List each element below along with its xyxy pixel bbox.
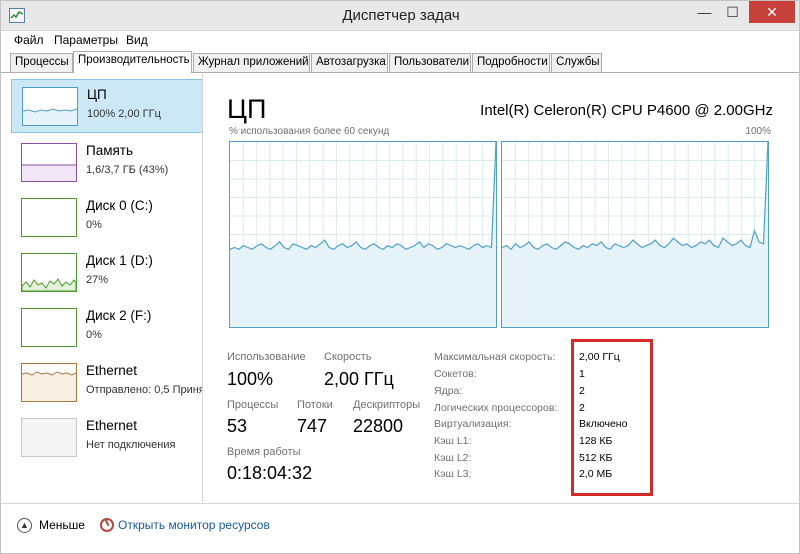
tab-strip: Процессы Производительность Журнал прило…	[1, 51, 799, 73]
cpu-detail-panel: ЦП Intel(R) Celeron(R) CPU P4600 @ 2.00G…	[204, 74, 799, 502]
disk2-thumbnail	[21, 308, 77, 347]
ethernet1-thumbnail	[21, 363, 77, 402]
uptime-label: Время работы	[227, 446, 301, 458]
resource-detail: 100% 2,00 ГГц	[87, 108, 161, 120]
tab-processes[interactable]: Процессы	[10, 53, 73, 72]
cpu-core-1-chart	[502, 142, 768, 327]
spec-label-logical: Логических процессоров:	[434, 402, 558, 414]
resource-name: ЦП	[87, 87, 107, 102]
resource-item-disk1[interactable]: Диск 1 (D:) 27%	[11, 246, 202, 300]
minimize-button[interactable]: —	[691, 1, 718, 23]
disk0-thumbnail	[21, 198, 77, 237]
processes-value: 53	[227, 416, 248, 436]
collapse-icon[interactable]: ▲	[17, 518, 32, 533]
resource-item-memory[interactable]: Память 1,6/3,7 ГБ (43%)	[11, 136, 202, 190]
spec-label-l1: Кэш L1:	[434, 435, 472, 447]
cpu-core-1-graph	[501, 141, 769, 328]
threads-value: 747	[297, 416, 328, 436]
spec-label-l3: Кэш L3:	[434, 468, 472, 480]
resource-item-ethernet1[interactable]: Ethernet Отправлено: 0,5 Приня	[11, 356, 203, 410]
tab-performance[interactable]: Производительность	[73, 51, 192, 73]
resource-detail: 27%	[86, 274, 109, 286]
tab-users[interactable]: Пользователи	[389, 53, 471, 72]
fewer-details-button[interactable]: Меньше	[39, 518, 85, 532]
uptime-value: 0:18:04:32	[227, 463, 313, 483]
resource-name: Память	[86, 143, 134, 158]
resource-name: Ethernet	[86, 418, 138, 433]
threads-label: Потоки	[297, 399, 333, 411]
task-manager-window: Диспетчер задач — ☐ ✕ Файл Параметры Вид…	[0, 0, 800, 554]
spec-label-sockets: Сокетов:	[434, 368, 477, 380]
cpu-thumbnail	[22, 87, 78, 126]
resource-monitor-icon[interactable]	[100, 518, 114, 532]
menu-file[interactable]: Файл	[14, 33, 44, 47]
spec-label-l2: Кэш L2:	[434, 452, 472, 464]
title-bar[interactable]: Диспетчер задач — ☐ ✕	[1, 1, 799, 31]
graph-label: % использования более 60 секунд	[229, 126, 390, 137]
processes-label: Процессы	[227, 399, 279, 411]
resource-name: Диск 2 (F:)	[86, 308, 152, 323]
resource-detail: 1,6/3,7 ГБ (43%)	[86, 164, 169, 176]
speed-label: Скорость	[324, 351, 372, 363]
resource-detail: Нет подключения	[86, 439, 176, 451]
resource-list: ЦП 100% 2,00 ГГц Память 1,6/3,7 ГБ (43%)…	[1, 74, 203, 502]
resource-item-disk0[interactable]: Диск 0 (C:) 0%	[11, 191, 202, 245]
speed-value: 2,00 ГГц	[324, 369, 394, 389]
resource-item-ethernet2[interactable]: Ethernet Нет подключения	[11, 411, 202, 465]
resource-name: Ethernet	[86, 363, 138, 378]
graph-max-label: 100%	[745, 126, 771, 137]
disk1-thumbnail	[21, 253, 77, 292]
usage-value: 100%	[227, 369, 274, 389]
tab-app-history[interactable]: Журнал приложений	[193, 53, 310, 72]
resource-name: Диск 0 (C:)	[86, 198, 153, 213]
open-resource-monitor-link[interactable]: Открыть монитор ресурсов	[118, 518, 270, 532]
handles-label: Дескрипторы	[353, 399, 421, 411]
menu-bar: Файл Параметры Вид	[1, 31, 799, 50]
menu-options[interactable]: Параметры	[54, 33, 118, 47]
usage-label: Использование	[227, 351, 306, 363]
ethernet2-thumbnail	[21, 418, 77, 457]
resource-detail: 0%	[86, 219, 102, 231]
resource-detail: Отправлено: 0,5 Приня	[86, 384, 203, 396]
cpu-title: ЦП	[227, 94, 267, 124]
resource-item-cpu[interactable]: ЦП 100% 2,00 ГГц	[11, 79, 202, 133]
resource-item-disk2[interactable]: Диск 2 (F:) 0%	[11, 301, 202, 355]
memory-thumbnail	[21, 143, 77, 182]
tab-startup[interactable]: Автозагрузка	[311, 53, 388, 72]
resource-detail: 0%	[86, 329, 102, 341]
spec-label-virtualization: Виртуализация:	[434, 418, 512, 430]
status-bar: ▲ Меньше Открыть монитор ресурсов	[1, 503, 799, 553]
menu-view[interactable]: Вид	[126, 33, 148, 47]
window-title: Диспетчер задач	[342, 7, 460, 24]
resource-name: Диск 1 (D:)	[86, 253, 153, 268]
maximize-button[interactable]: ☐	[719, 1, 746, 23]
close-button[interactable]: ✕	[749, 1, 795, 23]
tab-services[interactable]: Службы	[551, 53, 602, 72]
cpu-model: Intel(R) Celeron(R) CPU P4600 @ 2.00GHz	[480, 102, 773, 119]
spec-label-cores: Ядра:	[434, 385, 463, 397]
cpu-core-0-graph	[229, 141, 497, 328]
tab-details[interactable]: Подробности	[472, 53, 550, 72]
highlight-annotation-box	[571, 339, 653, 496]
cpu-core-0-chart	[230, 142, 496, 327]
handles-value: 22800	[353, 416, 404, 436]
spec-label-max-speed: Максимальная скорость:	[434, 351, 556, 363]
